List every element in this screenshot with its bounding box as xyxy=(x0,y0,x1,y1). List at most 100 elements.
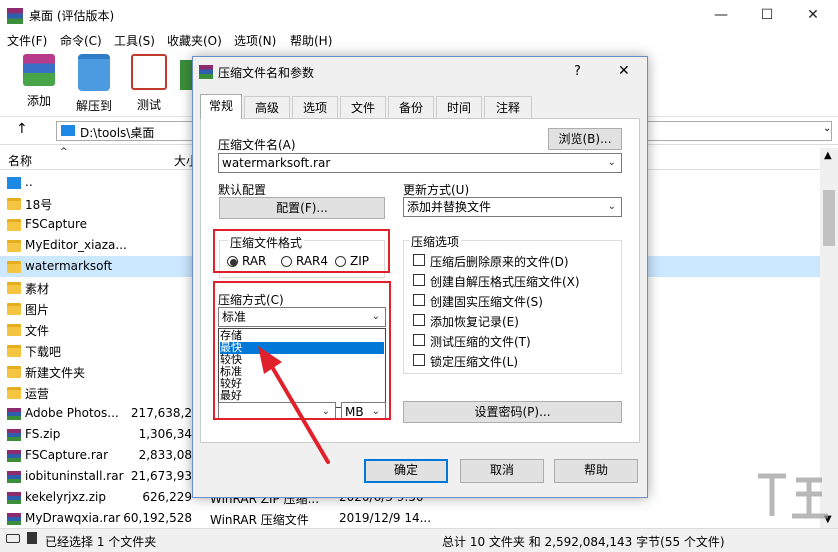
update-mode-label: 更新方式(U) xyxy=(403,183,470,197)
option-checkbox[interactable] xyxy=(413,274,425,286)
archive-name-value: watermarksoft.rar xyxy=(222,156,331,170)
folder-icon xyxy=(7,198,21,210)
red-arrow-annotation xyxy=(258,346,330,464)
tab-options[interactable]: 选项 xyxy=(292,96,338,118)
add-archive-icon xyxy=(23,54,55,86)
winrar-app-icon xyxy=(7,8,23,24)
file-size: 60,192,528 xyxy=(123,511,192,525)
menu-tools[interactable]: 工具(S) xyxy=(114,32,155,49)
minimize-button[interactable]: — xyxy=(698,0,744,31)
option-label: 锁定压缩文件(L) xyxy=(430,355,519,369)
menu-options[interactable]: 选项(N) xyxy=(234,32,276,49)
option-label: 创建自解压格式压缩文件(X) xyxy=(430,275,580,289)
folder-icon xyxy=(7,387,21,399)
status-left: 已经选择 1 个文件夹 xyxy=(45,535,157,549)
browse-button[interactable]: 浏览(B)... xyxy=(548,128,622,150)
file-type: WinRAR 压缩文件 xyxy=(210,513,309,527)
tab-time[interactable]: 时间 xyxy=(436,96,482,118)
scroll-thumb[interactable] xyxy=(823,190,835,246)
folder-icon xyxy=(7,261,21,273)
folder-icon xyxy=(7,303,21,315)
option-label: 添加恢复记录(E) xyxy=(430,315,519,329)
file-size: 21,673,93 xyxy=(130,469,192,483)
extract-folder-icon xyxy=(78,54,110,91)
address-dropdown-icon[interactable]: ⌄ xyxy=(823,123,831,134)
file-size: 2,833,08 xyxy=(138,448,192,462)
menu-command[interactable]: 命令(C) xyxy=(60,32,102,49)
file-name: 素材 xyxy=(25,282,50,296)
help-button[interactable]: 帮助 xyxy=(554,459,638,483)
menu-favorites[interactable]: 收藏夹(O) xyxy=(167,32,222,49)
tab-general[interactable]: 常规 xyxy=(200,94,242,119)
chevron-down-icon: ⌄ xyxy=(607,201,616,212)
default-profile-label: 默认配置 xyxy=(218,183,267,197)
file-name: iobituninstall.rar xyxy=(25,469,124,483)
profile-button[interactable]: 配置(F)... xyxy=(219,197,385,219)
add-label: 添加 xyxy=(26,94,51,108)
option-checkbox[interactable] xyxy=(413,254,425,266)
file-date: 2019/12/9 14... xyxy=(339,511,432,525)
option-checkbox[interactable] xyxy=(413,314,425,326)
folder-icon xyxy=(7,282,21,294)
archive-icon xyxy=(7,492,21,504)
archive-name-combo[interactable]: watermarksoft.rar ⌄ xyxy=(218,153,622,173)
set-password-button[interactable]: 设置密码(P)... xyxy=(403,401,622,423)
up-arrow-icon[interactable]: ↑ xyxy=(16,121,28,137)
extract-to-label: 解压到 xyxy=(75,99,112,113)
tab-backup[interactable]: 备份 xyxy=(388,96,434,118)
file-name: 新建文件夹 xyxy=(25,366,86,380)
test-button[interactable]: 测试 xyxy=(123,54,175,112)
tab-advanced[interactable]: 高级 xyxy=(244,96,290,118)
dialog-help-button[interactable]: ? xyxy=(574,64,581,79)
file-name: .. xyxy=(25,175,33,189)
desktop-icon xyxy=(61,125,75,136)
file-size: 1,306,34 xyxy=(138,427,192,441)
archive-name-label: 压缩文件名(A) xyxy=(218,138,296,152)
close-window-button[interactable]: ✕ xyxy=(790,0,836,31)
cancel-button[interactable]: 取消 xyxy=(460,459,544,483)
options-label: 压缩选项 xyxy=(409,233,462,250)
format-highlight-box xyxy=(213,229,390,273)
parent-folder-icon xyxy=(7,177,21,189)
file-name: 下载吧 xyxy=(25,345,62,359)
tab-files[interactable]: 文件 xyxy=(340,96,386,118)
add-button[interactable]: 添加 xyxy=(13,54,65,112)
file-name: MyEditor_xiaza... xyxy=(25,238,127,252)
archive-icon xyxy=(7,450,21,462)
window-title: 桌面 (评估版本) xyxy=(29,9,115,23)
menu-file[interactable]: 文件(F) xyxy=(7,32,47,49)
option-checkbox[interactable] xyxy=(413,354,425,366)
maximize-button[interactable]: ☐ xyxy=(744,0,790,31)
file-name: Adobe Photos... xyxy=(25,406,119,420)
dialog-app-icon xyxy=(199,65,213,79)
scroll-up-icon[interactable]: ▲ xyxy=(824,150,832,161)
option-label: 压缩后删除原来的文件(D) xyxy=(430,255,569,269)
archive-icon xyxy=(7,471,21,483)
dialog-close-button[interactable]: ✕ xyxy=(618,63,630,79)
file-name: 18号 xyxy=(25,198,53,212)
extract-to-button[interactable]: 解压到 xyxy=(68,54,120,113)
file-name: 运营 xyxy=(25,387,50,401)
column-name[interactable]: 名称 xyxy=(8,152,32,169)
file-name: 文件 xyxy=(25,324,50,338)
folder-icon xyxy=(7,366,21,378)
file-name: kekelyrjxz.zip xyxy=(25,490,106,504)
test-checklist-icon xyxy=(131,54,167,90)
file-row[interactable]: MyDrawqxia.rar 60,192,528 WinRAR 压缩文件 2019/… xyxy=(0,508,820,529)
option-checkbox[interactable] xyxy=(413,334,425,346)
update-mode-select[interactable]: 添加并替换文件 ⌄ xyxy=(403,197,622,217)
file-size: 217,638,2 xyxy=(130,406,192,420)
archive-icon xyxy=(7,408,21,420)
key-icon xyxy=(27,532,37,544)
tab-comment[interactable]: 注释 xyxy=(484,96,532,118)
chevron-down-icon: ⌄ xyxy=(607,157,616,168)
sort-caret-icon: ^ xyxy=(60,147,68,157)
menu-help[interactable]: 帮助(H) xyxy=(290,32,332,49)
file-name: FS.zip xyxy=(25,427,61,441)
folder-icon xyxy=(7,219,21,231)
option-checkbox[interactable] xyxy=(413,294,425,306)
folder-icon xyxy=(7,345,21,357)
option-label: 测试压缩的文件(T) xyxy=(430,335,531,349)
ok-button[interactable]: 确定 xyxy=(364,459,448,483)
file-name: FSCapture xyxy=(25,217,88,231)
